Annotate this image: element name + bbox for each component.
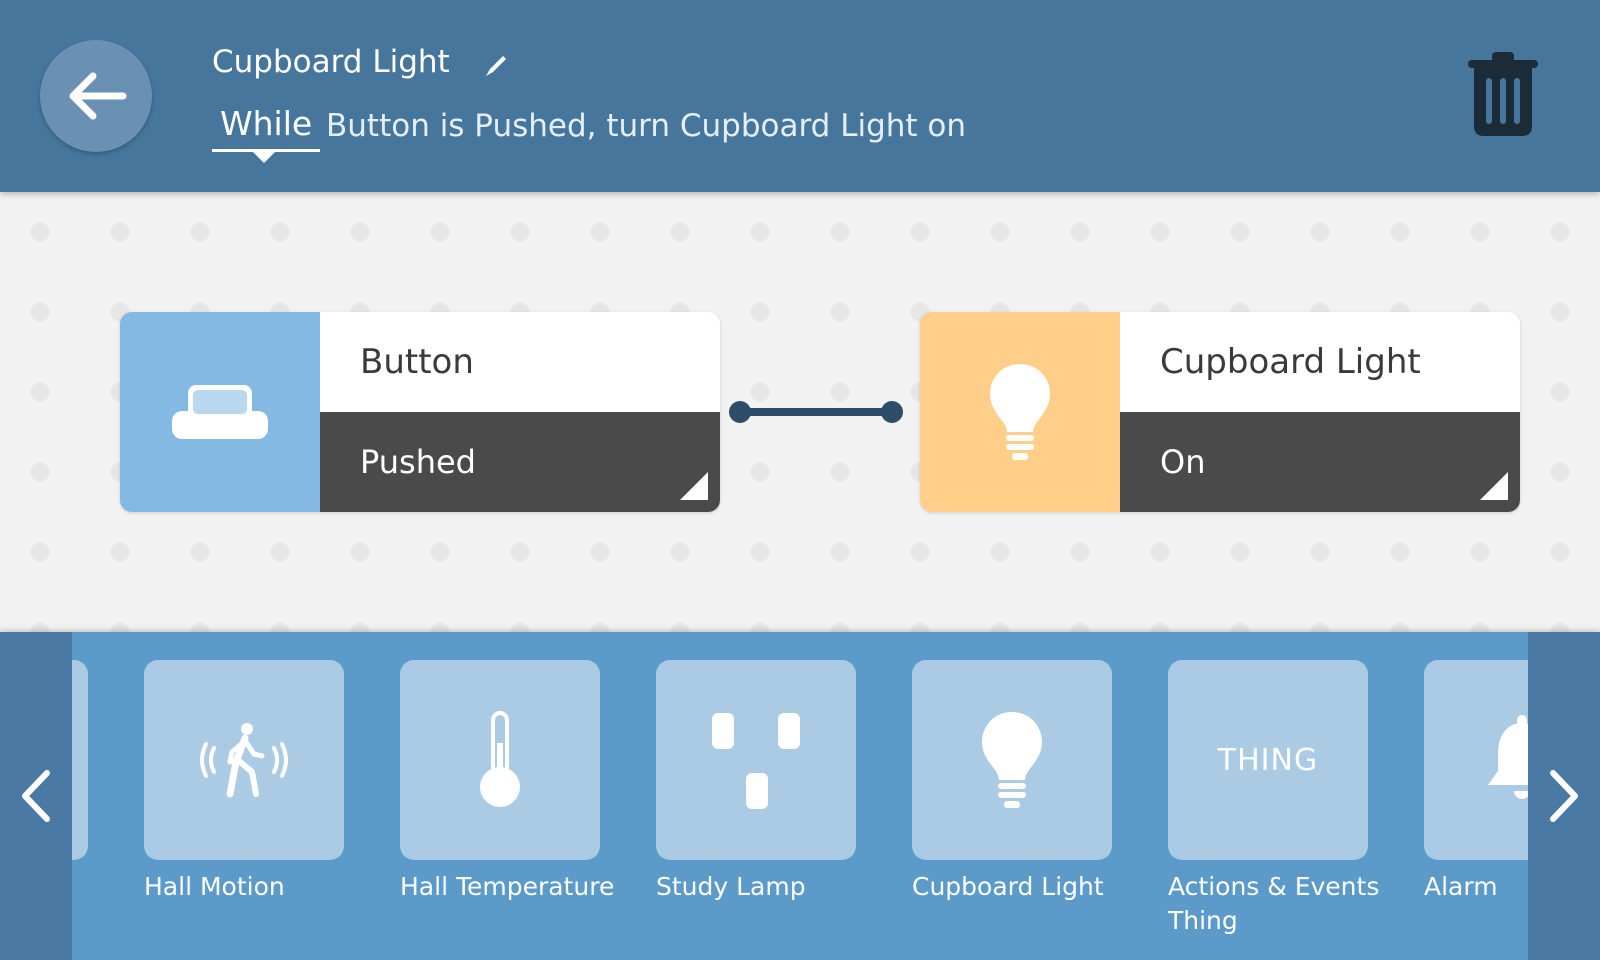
palette-tile-study-lamp[interactable] [656,660,856,860]
trigger-thing-name: Button [320,312,720,412]
effect-property-select[interactable]: On [1120,412,1520,512]
palette-label-alarm: Alarm [1424,872,1498,901]
palette-tile-actions-events-thing[interactable]: THING [1168,660,1368,860]
palette-tile-hall-temperature[interactable] [400,660,600,860]
dropdown-corner-icon [1480,472,1508,500]
rule-connector[interactable] [728,398,904,426]
motion-sensor-icon [200,723,288,798]
palette-label-cupboard-light: Cupboard Light [912,872,1104,901]
trigger-icon-tile [120,312,320,512]
thing-tile-text: THING [1217,742,1319,778]
palette-scroll-left-button[interactable] [0,632,72,960]
edit-pencil-icon[interactable] [480,50,510,80]
smart-plug-icon [712,713,800,809]
effect-block[interactable]: Cupboard Light On [920,312,1520,512]
rule-description: Button is Pushed, turn Cupboard Light on [326,108,967,144]
palette-label-study-lamp: Study Lamp [656,872,806,901]
palette-tile-alarm[interactable] [1424,660,1528,860]
effect-icon-tile [920,312,1120,512]
rule-title[interactable]: Cupboard Light [212,42,450,82]
thermometer-icon [480,711,520,807]
dropdown-corner-icon [680,472,708,500]
palette-tile-cupboard-light[interactable] [912,660,1112,860]
effect-thing-name: Cupboard Light [1120,312,1520,412]
palette-viewport: Hall Motion Hall Temperature Study Lamp [72,632,1528,960]
palette-tile-partial[interactable] [72,660,88,860]
palette-label-line2: Thing [1168,906,1238,935]
palette-label-hall-motion: Hall Motion [144,872,285,901]
trash-icon[interactable] [1466,48,1540,140]
back-arrow-icon [69,72,127,120]
lightbulb-icon [990,364,1050,460]
operator-caret-icon [253,152,275,163]
palette-label-hall-temperature: Hall Temperature [400,872,615,901]
bell-icon [1488,715,1528,799]
chevron-right-icon [1550,770,1578,822]
rule-operator-select[interactable]: While [212,102,321,152]
palette-tile-hall-motion[interactable] [144,660,344,860]
trigger-property-select[interactable]: Pushed [320,412,720,512]
trigger-property-value: Pushed [360,443,476,481]
thing-palette: Hall Motion Hall Temperature Study Lamp [0,632,1600,960]
lightbulb-icon [982,712,1042,808]
effect-property-value: On [1160,443,1206,481]
trigger-block[interactable]: Button Pushed [120,312,720,512]
push-button-icon [172,385,268,439]
palette-scroll-right-button[interactable] [1528,632,1600,960]
chevron-left-icon [22,770,50,822]
palette-label-line1: Actions & Events [1168,872,1380,901]
palette-label-actions-events-thing: Actions & Events Thing [1168,870,1388,938]
rule-header: Cupboard Light While Button is Pushed, t… [0,0,1600,192]
back-button[interactable] [40,40,152,152]
